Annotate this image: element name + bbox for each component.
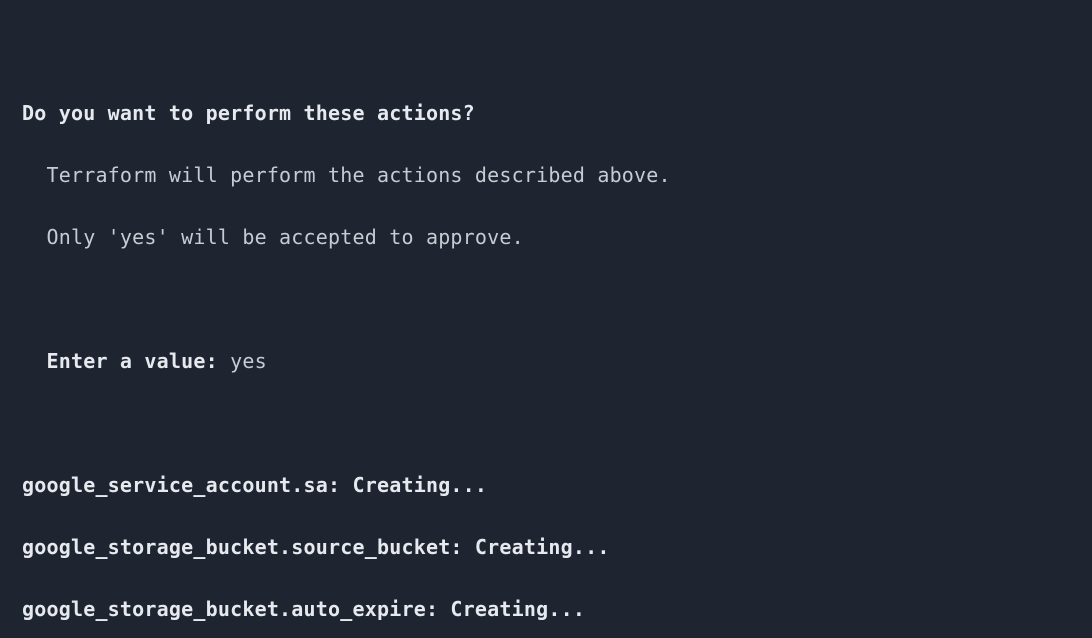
log-line: google_storage_bucket.source_bucket: Cre… (22, 532, 1070, 563)
enter-value-label: Enter a value: (22, 349, 230, 373)
log-line: google_service_account.sa: Creating... (22, 470, 1070, 501)
enter-value-line: Enter a value: yes (22, 346, 1070, 377)
enter-value-answer[interactable]: yes (230, 349, 267, 373)
confirm-question: Do you want to perform these actions? (22, 98, 1070, 129)
terminal-output: Do you want to perform these actions? Te… (0, 0, 1092, 638)
confirm-explain-1: Terraform will perform the actions descr… (22, 160, 1070, 191)
confirm-explain-2: Only 'yes' will be accepted to approve. (22, 222, 1070, 253)
log-line: google_storage_bucket.auto_expire: Creat… (22, 594, 1070, 625)
